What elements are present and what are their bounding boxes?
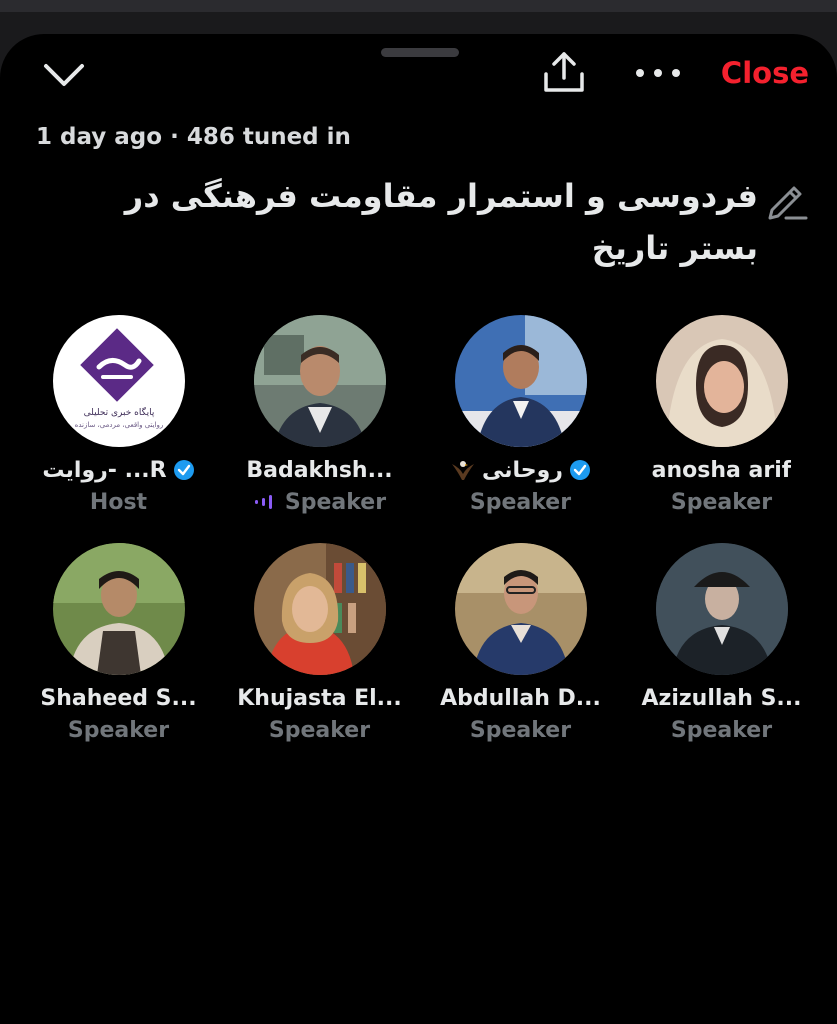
participant-role: Speaker [268, 717, 371, 743]
avatar [253, 315, 386, 447]
avatar [454, 543, 587, 675]
title-row: فردوسی و استمرار مقاومت فرهنگی در بستر ت… [60, 170, 810, 274]
chevron-down-icon[interactable] [40, 58, 88, 94]
participant-card[interactable]: Khujasta El... Speaker [219, 543, 420, 745]
avatar [253, 543, 386, 675]
participant-name: Abdullah D... [440, 685, 601, 711]
participant-name: Azizullah S... [641, 685, 802, 711]
avatar [52, 543, 185, 675]
avatar [655, 315, 788, 447]
status-strip [0, 0, 837, 12]
participant-card[interactable]: Badakhsh... Speaker [219, 315, 420, 517]
close-button[interactable]: Close [721, 56, 809, 90]
participant-role: Speaker [670, 489, 773, 515]
drag-handle[interactable] [381, 48, 459, 57]
verified-badge-icon [173, 460, 194, 480]
participant-role: Speaker [670, 717, 773, 743]
share-icon[interactable] [540, 48, 588, 96]
verified-badge-icon [569, 460, 590, 480]
participants-grid: پایگاه خبری تحلیلی روایتی واقعی، مردمی، … [18, 315, 822, 745]
participant-role: Speaker [67, 717, 170, 743]
participant-role: Host [89, 489, 148, 515]
participant-card[interactable]: Azizullah S... Speaker [621, 543, 822, 745]
participant-name: anosha arif [651, 457, 792, 483]
avatar [454, 315, 587, 447]
speaking-indicator-icon [254, 495, 272, 509]
participant-name: Khujasta El... [237, 685, 402, 711]
edit-pencil-icon[interactable] [764, 176, 810, 222]
participant-card[interactable]: پایگاه خبری تحلیلی روایتی واقعی، مردمی، … [18, 315, 219, 517]
avatar: پایگاه خبری تحلیلی روایتی واقعی، مردمی، … [52, 315, 185, 447]
space-meta: 1 day ago · 486 tuned in [36, 124, 351, 150]
space-title: فردوسی و استمرار مقاومت فرهنگی در بستر ت… [124, 177, 758, 267]
participant-role: Speaker [284, 489, 387, 515]
participant-name: Shaheed S... [40, 685, 197, 711]
eagle-emoji-icon [452, 461, 474, 480]
logo-subcaption: روایتی واقعی، مردمی، سازنده [74, 421, 163, 429]
participant-card[interactable]: Shaheed S... Speaker [18, 543, 219, 745]
more-options-icon[interactable] [632, 58, 684, 88]
logo-caption: پایگاه خبری تحلیلی [83, 406, 154, 418]
participant-card[interactable]: anosha arif Speaker [621, 315, 822, 517]
participant-role: Speaker [469, 717, 572, 743]
participant-name: Badakhsh... [246, 457, 393, 483]
participant-name: روحانی [482, 457, 563, 483]
participant-role: Speaker [469, 489, 572, 515]
participant-card[interactable]: روحانی Speaker [420, 315, 621, 517]
participant-card[interactable]: Abdullah D... Speaker [420, 543, 621, 745]
avatar [655, 543, 788, 675]
participant-name: R... -روایت [42, 457, 167, 483]
